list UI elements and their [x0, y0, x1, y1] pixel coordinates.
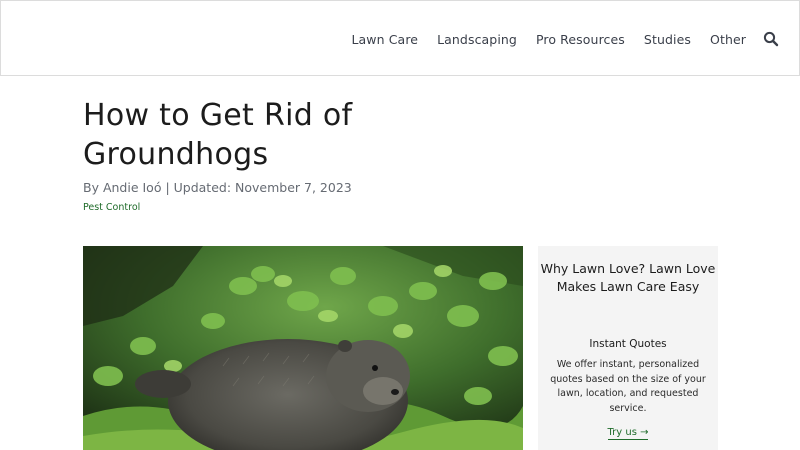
groundhog-photo	[83, 246, 523, 450]
try-us-link[interactable]: Try us →	[607, 427, 649, 440]
nav-item-pro-resources[interactable]: Pro Resources	[536, 32, 625, 47]
hero-image	[83, 246, 523, 450]
article-byline: By Andie Ioó | Updated: November 7, 2023	[83, 180, 352, 195]
search-icon[interactable]	[763, 31, 779, 47]
nav-item-landscaping[interactable]: Landscaping	[437, 32, 517, 47]
nav-item-studies[interactable]: Studies	[644, 32, 691, 47]
sidebar-card: Why Lawn Love? Lawn Love Makes Lawn Care…	[538, 246, 718, 450]
nav-item-lawn-care[interactable]: Lawn Care	[351, 32, 418, 47]
card-subtitle: Instant Quotes	[589, 338, 667, 350]
category-link[interactable]: Pest Control	[83, 202, 140, 213]
site-header: Lawn Care Landscaping Pro Resources Stud…	[0, 0, 800, 76]
card-body: We offer instant, personalized quotes ba…	[550, 359, 706, 414]
card-cta-wrap: Try us →	[538, 422, 718, 440]
page-title: How to Get Rid of Groundhogs	[83, 98, 353, 172]
main-nav: Lawn Care Landscaping Pro Resources Stud…	[332, 1, 779, 77]
card-title: Why Lawn Love? Lawn Love Makes Lawn Care…	[540, 261, 716, 294]
nav-item-other[interactable]: Other	[710, 32, 746, 47]
